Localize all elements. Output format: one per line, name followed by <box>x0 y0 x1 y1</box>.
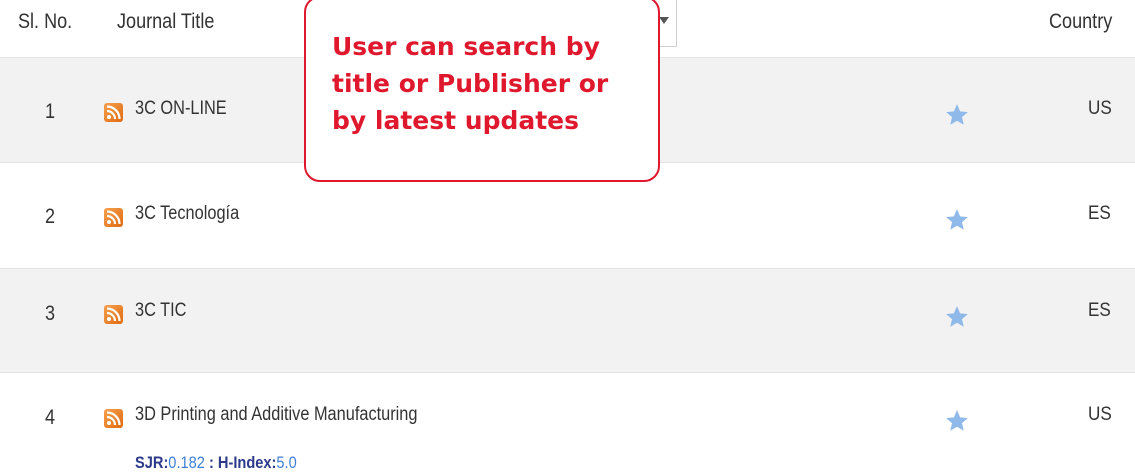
journal-title-link[interactable]: 3C TIC <box>135 300 186 322</box>
country-cell: ES <box>1088 203 1111 224</box>
star-icon[interactable] <box>944 207 970 233</box>
metrics-separator: : <box>204 453 218 472</box>
chevron-down-icon <box>659 17 669 24</box>
journal-title-link[interactable]: 3D Printing and Additive Manufacturing <box>135 404 417 426</box>
row-number: 3 <box>44 302 56 325</box>
rss-feed-icon[interactable] <box>104 305 123 324</box>
callout-text: User can search by title or Publisher or… <box>332 32 609 135</box>
rss-feed-icon[interactable] <box>104 409 123 428</box>
rss-feed-icon[interactable] <box>104 208 123 227</box>
country-cell: US <box>1088 404 1112 425</box>
row-number: 1 <box>44 100 56 123</box>
column-header-sl-no[interactable]: Sl. No. <box>18 10 72 34</box>
star-icon[interactable] <box>944 102 970 128</box>
row-number: 2 <box>44 205 56 228</box>
column-header-country[interactable]: Country <box>1049 10 1112 34</box>
annotation-callout: User can search by title or Publisher or… <box>304 0 660 182</box>
star-icon[interactable] <box>944 304 970 330</box>
journal-title-link[interactable]: 3C ON-LINE <box>135 98 227 120</box>
table-row: 3 3C TIC ES <box>0 269 1135 373</box>
rss-feed-icon[interactable] <box>104 103 123 122</box>
row-number: 4 <box>44 406 56 429</box>
country-cell: US <box>1088 98 1112 119</box>
country-cell: ES <box>1088 300 1111 321</box>
hindex-label: H-Index: <box>217 453 277 472</box>
sjr-label: SJR: <box>135 453 169 472</box>
column-header-journal-title[interactable]: Journal Title <box>117 10 214 34</box>
sjr-value[interactable]: 0.182 <box>168 453 205 472</box>
journal-title-link[interactable]: 3C Tecnología <box>135 203 239 225</box>
hindex-value: 5.0 <box>276 453 297 472</box>
star-icon[interactable] <box>944 408 970 434</box>
journal-metrics: SJR:0.182 : H-Index:5.0 <box>135 453 297 473</box>
